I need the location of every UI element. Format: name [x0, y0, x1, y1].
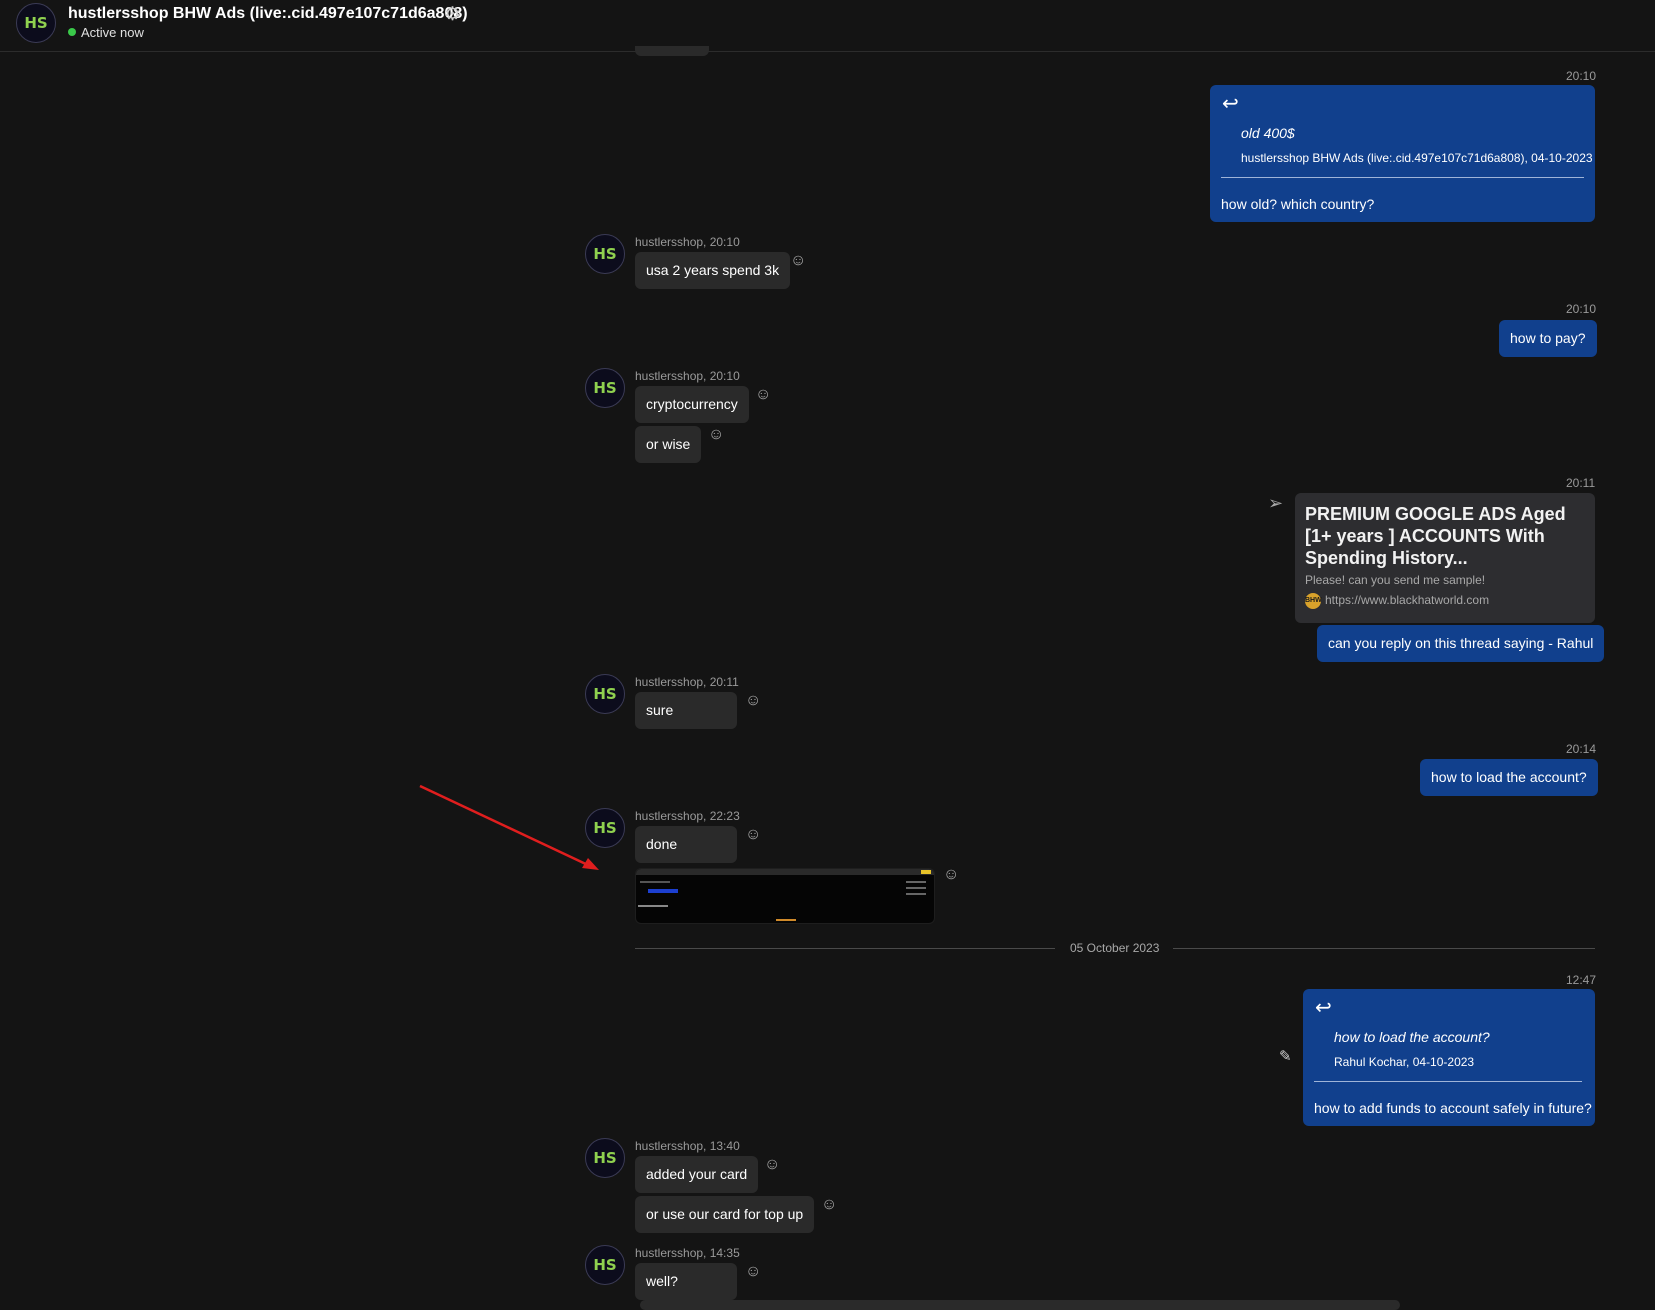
annotation-arrow	[419, 784, 599, 870]
reply-icon: ↩	[1315, 997, 1332, 1019]
chat-title[interactable]: hustlersshop BHW Ads (live:.cid.497e107c…	[68, 5, 468, 23]
incoming-message[interactable]: done	[635, 826, 737, 863]
send-icon[interactable]: ➢	[1268, 493, 1283, 514]
status-text: Active now	[81, 25, 144, 40]
add-reaction-icon[interactable]: ☺	[755, 387, 771, 403]
contact-avatar[interactable]: HS	[16, 3, 56, 43]
quoted-source: Rahul Kochar, 04-10-2023	[1334, 1055, 1475, 1069]
edit-pencil-icon[interactable]: ✎	[1279, 1047, 1292, 1065]
quoted-text: how to load the account?	[1334, 1029, 1490, 1045]
sender-avatar[interactable]: HS	[585, 1138, 625, 1178]
outgoing-reply-message[interactable]: ↩ old 400$ hustlersshop BHW Ads (live:.c…	[1210, 85, 1595, 222]
sender-meta: hustlersshop, 13:40	[635, 1139, 740, 1153]
gear-icon[interactable]: ⚙	[444, 3, 461, 26]
online-dot-icon	[68, 28, 76, 36]
presence-status: Active now	[68, 25, 144, 40]
add-reaction-icon[interactable]: ☺	[708, 427, 724, 443]
date-divider-line	[1173, 948, 1595, 949]
message-timestamp: 20:10	[1566, 69, 1597, 83]
date-divider: 05 October 2023	[1070, 941, 1160, 955]
sender-avatar[interactable]: HS	[585, 674, 625, 714]
link-preview-description: Please! can you send me sample!	[1305, 573, 1486, 587]
sender-avatar[interactable]: HS	[585, 234, 625, 274]
message-timestamp: 20:10	[1566, 302, 1597, 316]
quoted-source: hustlersshop BHW Ads (live:.cid.497e107c…	[1241, 151, 1593, 165]
outgoing-message[interactable]: can you reply on this thread saying - Ra…	[1317, 625, 1605, 662]
sender-meta: hustlersshop, 22:23	[635, 809, 740, 823]
outgoing-reply-message[interactable]: ↩ how to load the account? Rahul Kochar,…	[1303, 989, 1595, 1126]
quoted-text: old 400$	[1241, 125, 1295, 141]
outgoing-message[interactable]: how to pay?	[1499, 320, 1597, 357]
link-preview-title[interactable]: PREMIUM GOOGLE ADS Aged [1+ years ] ACCO…	[1305, 503, 1575, 569]
sender-meta: hustlersshop, 20:11	[635, 675, 739, 689]
add-reaction-icon[interactable]: ☺	[821, 1197, 837, 1213]
sender-avatar[interactable]: HS	[585, 368, 625, 408]
message-composer[interactable]	[640, 1300, 1400, 1310]
image-attachment[interactable]	[635, 868, 935, 924]
add-reaction-icon[interactable]: ☺	[764, 1157, 780, 1173]
message-text: how to add funds to account safely in fu…	[1314, 1100, 1592, 1116]
partial-message-bubble	[635, 46, 709, 56]
reply-icon: ↩	[1222, 93, 1239, 115]
sender-meta: hustlersshop, 14:35	[635, 1246, 740, 1260]
image-attachment-preview	[636, 869, 934, 921]
incoming-message[interactable]: added your card	[635, 1156, 759, 1193]
add-reaction-icon[interactable]: ☺	[745, 693, 761, 709]
add-reaction-icon[interactable]: ☺	[745, 1264, 761, 1280]
link-preview-source[interactable]: BHW https://www.blackhatworld.com	[1305, 593, 1489, 609]
add-reaction-icon[interactable]: ☺	[745, 827, 761, 843]
sender-meta: hustlersshop, 20:10	[635, 235, 740, 249]
incoming-message[interactable]: usa 2 years spend 3k	[635, 252, 791, 289]
link-preview-url[interactable]: https://www.blackhatworld.com	[1325, 593, 1489, 607]
sender-avatar[interactable]: HS	[585, 1245, 625, 1285]
outgoing-message[interactable]: how to load the account?	[1420, 759, 1598, 796]
add-reaction-icon[interactable]: ☺	[790, 253, 806, 269]
incoming-message[interactable]: or use our card for top up	[635, 1196, 815, 1233]
sender-meta: hustlersshop, 20:10	[635, 369, 740, 383]
incoming-message[interactable]: or wise	[635, 426, 702, 463]
message-timestamp: 20:14	[1566, 742, 1597, 756]
bhw-logo: BHW	[1305, 593, 1322, 609]
message-timestamp: 12:47	[1566, 973, 1597, 987]
chat-header: HS hustlersshop BHW Ads (live:.cid.497e1…	[0, 0, 1655, 52]
quote-divider	[1221, 177, 1584, 178]
quote-divider	[1314, 1081, 1582, 1082]
date-divider-line	[635, 948, 1055, 949]
incoming-message[interactable]: well?	[635, 1263, 737, 1300]
link-preview-card[interactable]: PREMIUM GOOGLE ADS Aged [1+ years ] ACCO…	[1295, 493, 1595, 623]
add-reaction-icon[interactable]: ☺	[943, 867, 959, 883]
incoming-message[interactable]: sure	[635, 692, 737, 729]
message-text: how old? which country?	[1221, 196, 1375, 212]
message-timestamp: 20:11	[1566, 476, 1596, 490]
incoming-message[interactable]: cryptocurrency	[635, 386, 749, 423]
